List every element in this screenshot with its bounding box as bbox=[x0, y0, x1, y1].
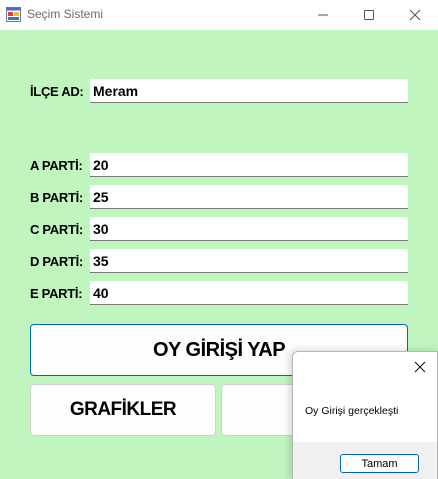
d-parti-label: D PARTİ: bbox=[30, 254, 83, 269]
app-form-icon bbox=[6, 7, 21, 22]
b-parti-label: B PARTİ: bbox=[30, 190, 83, 205]
main-window: Seçim Sistemi İLÇE AD: A PARTİ: B PARTİ:… bbox=[0, 0, 438, 479]
a-parti-label: A PARTİ: bbox=[30, 158, 83, 173]
close-icon bbox=[409, 9, 421, 21]
d-parti-input[interactable] bbox=[90, 249, 408, 273]
e-parti-label: E PARTİ: bbox=[30, 286, 83, 301]
b-parti-input[interactable] bbox=[90, 185, 408, 209]
window-title: Seçim Sistemi bbox=[27, 7, 104, 21]
a-parti-input[interactable] bbox=[90, 153, 408, 177]
dialog-close-icon[interactable] bbox=[413, 360, 427, 374]
c-parti-input[interactable] bbox=[90, 217, 408, 241]
minimize-icon bbox=[318, 14, 328, 16]
dialog-footer: Tamam bbox=[293, 442, 437, 479]
c-parti-label: C PARTİ: bbox=[30, 222, 83, 237]
close-button[interactable] bbox=[392, 0, 438, 30]
maximize-button[interactable] bbox=[346, 0, 392, 30]
maximize-icon bbox=[364, 10, 374, 20]
minimize-button[interactable] bbox=[300, 0, 346, 30]
ilce-label: İLÇE AD: bbox=[30, 84, 84, 99]
grafikler-button[interactable]: GRAFİKLER bbox=[30, 384, 216, 436]
title-bar: Seçim Sistemi bbox=[0, 0, 438, 30]
message-dialog: Oy Girişi gerçekleşti Tamam bbox=[292, 351, 438, 479]
dialog-ok-button[interactable]: Tamam bbox=[340, 454, 419, 473]
e-parti-input[interactable] bbox=[90, 281, 408, 305]
dialog-message: Oy Girişi gerçekleşti bbox=[305, 405, 399, 417]
ilce-input[interactable] bbox=[90, 79, 408, 103]
